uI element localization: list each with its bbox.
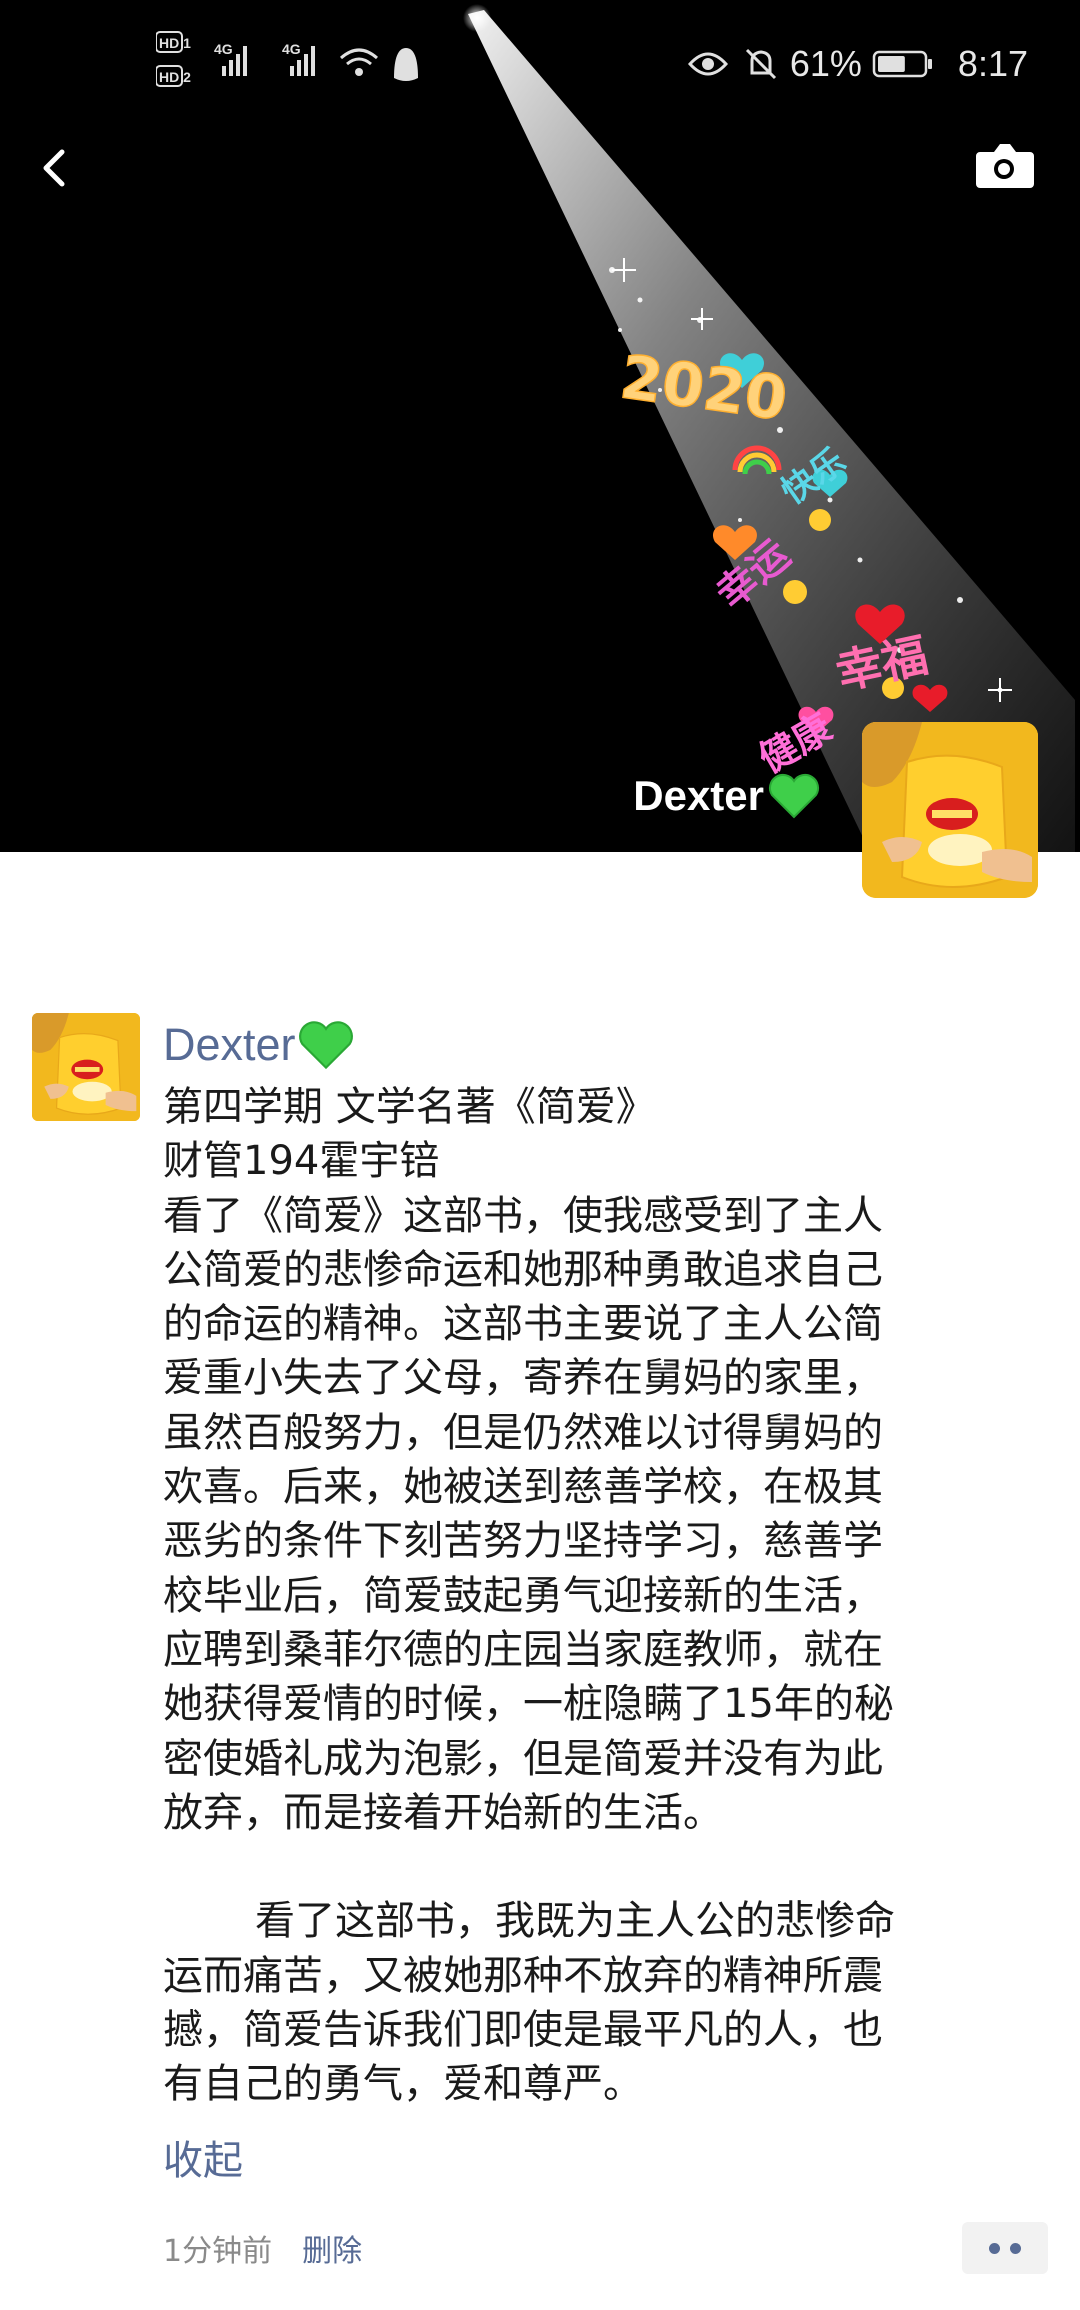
post-line: 应聘到桑菲尔德的庄园当家庭教师，就在 bbox=[163, 1626, 883, 1673]
camera-icon[interactable] bbox=[972, 138, 1036, 194]
post-line: 看了这部书，我既为主人公的悲惨命 bbox=[163, 1894, 1013, 1948]
post-body: 第四学期 文学名著《简爱》 财管194霍宇锫 看了《简爱》这部书，使我感受到了主… bbox=[163, 1080, 1013, 2112]
avatar-chips-image bbox=[862, 722, 1038, 898]
back-chevron-icon[interactable] bbox=[28, 132, 88, 204]
status-right: 61% 8:17 bbox=[687, 36, 1028, 92]
cover-avatar[interactable] bbox=[862, 722, 1038, 898]
delete-link[interactable]: 删除 bbox=[302, 2226, 362, 2270]
post-line: 恶劣的条件下刻苦努力坚持学习，慈善学 bbox=[163, 1518, 883, 1565]
post-line: 虽然百般努力，但是仍然难以讨得舅妈的 bbox=[163, 1409, 883, 1456]
avatar-chips-image bbox=[32, 1013, 140, 1121]
post-avatar[interactable] bbox=[32, 1013, 140, 1121]
post-line: 校毕业后，简爱鼓起勇气迎接新的生活， bbox=[163, 1572, 883, 1619]
battery-icon bbox=[872, 50, 932, 78]
cover-username-text: Dexter bbox=[633, 772, 764, 819]
post-line: 第四学期 文学名著《简爱》 bbox=[163, 1084, 656, 1130]
eye-icon bbox=[687, 52, 728, 76]
hd2-label: HD 2 bbox=[159, 69, 191, 85]
post-line: 的命运的精神。这部书主要说了主人公简 bbox=[163, 1301, 883, 1348]
post-line: 放弃，而是接着开始新的生活。 bbox=[163, 1789, 723, 1836]
battery-percent: 61% bbox=[789, 43, 862, 84]
status-bar: HD 1 HD 2 4G 4G 61% 8:17 bbox=[0, 0, 1080, 120]
post-line: 看了《简爱》这部书，使我感受到了主人 bbox=[163, 1192, 883, 1239]
post-meta: 1分钟前 删除 bbox=[163, 2226, 362, 2270]
post-line: 欢喜。后来，她被送到慈善学校，在极其 bbox=[163, 1464, 883, 1511]
4g-label-1: 4G bbox=[214, 41, 233, 57]
post-line: 爱重小失去了父母，寄养在舅妈的家里， bbox=[163, 1355, 883, 1402]
more-dots-icon[interactable] bbox=[962, 2222, 1048, 2274]
post-line: 公简爱的悲惨命运和她那种勇敢追求自己 bbox=[163, 1246, 883, 1293]
post-author[interactable]: Dexter bbox=[163, 1014, 354, 1076]
moments-post-page: 2020 快乐 幸运 幸福 健康 HD 1 HD 2 4G 4G 61% 8:1… bbox=[0, 0, 1080, 2310]
post-line: 密使婚礼成为泡影，但是简爱并没有为此 bbox=[163, 1735, 883, 1782]
more-dot bbox=[989, 2242, 1000, 2254]
post-timestamp: 1分钟前 bbox=[163, 2234, 273, 2269]
status-time: 8:17 bbox=[957, 43, 1028, 84]
post-line: 撼，简爱告诉我们即使是最平凡的人，也 bbox=[163, 2007, 883, 2054]
post-author-text[interactable]: Dexter bbox=[163, 1019, 296, 1071]
mute-icon bbox=[745, 48, 776, 80]
green-heart-icon bbox=[769, 774, 819, 819]
green-heart-icon bbox=[298, 1021, 353, 1070]
post-line: 运而痛苦，又被她那种不放弃的精神所震 bbox=[163, 1952, 883, 1999]
signal-icons: HD 1 HD 2 4G 4G bbox=[156, 31, 418, 87]
post-line: 她获得爱情的时候，一桩隐瞒了15年的秘 bbox=[163, 1681, 894, 1728]
more-dot bbox=[1010, 2242, 1021, 2254]
post-line: 有自己的勇气，爱和尊严。 bbox=[163, 2061, 643, 2108]
cover-username: Dexter bbox=[633, 772, 820, 820]
hd1-label: HD 1 bbox=[159, 35, 191, 51]
post-line: 财管194霍宇锫 bbox=[163, 1138, 440, 1185]
4g-label-2: 4G bbox=[282, 41, 301, 57]
post-line-text: 看了这部书，我既为主人公的悲惨命 bbox=[255, 1898, 895, 1945]
collapse-link[interactable]: 收起 bbox=[163, 2128, 243, 2186]
